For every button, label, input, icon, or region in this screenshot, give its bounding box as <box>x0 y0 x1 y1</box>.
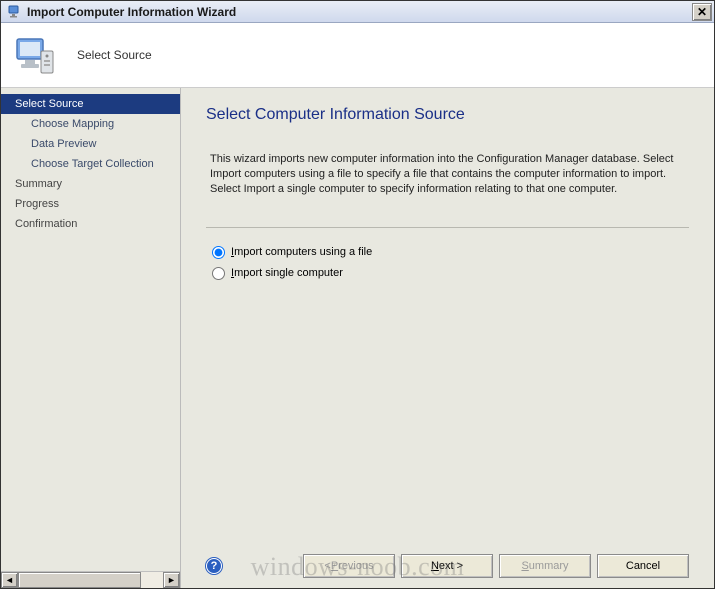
radio-import-file-label: Import computers using a file <box>231 246 372 258</box>
body: Select Source Choose Mapping Data Previe… <box>1 88 714 588</box>
scroll-track[interactable] <box>18 572 163 588</box>
close-icon: ✕ <box>697 6 707 18</box>
app-icon <box>7 4 23 20</box>
banner-title: Select Source <box>77 48 152 62</box>
previous-button: < Previous <box>303 554 395 578</box>
close-button[interactable]: ✕ <box>692 3 712 21</box>
next-button[interactable]: Next > <box>401 554 493 578</box>
radio-import-file[interactable]: Import computers using a file <box>212 242 689 263</box>
radio-import-file-input[interactable] <box>212 246 225 259</box>
radio-group-import-source: Import computers using a file Import sin… <box>206 242 689 284</box>
scroll-right-arrow-icon[interactable]: ► <box>163 572 180 588</box>
footer: ? < Previous Next > Summary Cancel <box>206 544 689 578</box>
page-description: This wizard imports new computer informa… <box>206 152 689 197</box>
divider <box>206 227 689 228</box>
substep-choose-mapping[interactable]: Choose Mapping <box>1 114 180 134</box>
radio-import-single[interactable]: Import single computer <box>212 263 689 284</box>
window-title: Import Computer Information Wizard <box>27 5 692 19</box>
step-select-source[interactable]: Select Source <box>1 94 180 114</box>
nav-steps: Select Source Choose Mapping Data Previe… <box>1 94 180 571</box>
sidebar: Select Source Choose Mapping Data Previe… <box>1 88 181 588</box>
titlebar: Import Computer Information Wizard ✕ <box>1 1 714 23</box>
step-summary[interactable]: Summary <box>1 174 180 194</box>
substep-choose-target-collection[interactable]: Choose Target Collection <box>1 154 180 174</box>
main-content: Select Computer Information Source This … <box>181 88 714 588</box>
radio-import-single-input[interactable] <box>212 267 225 280</box>
wizard-window: Import Computer Information Wizard ✕ Sel… <box>0 0 715 589</box>
step-progress[interactable]: Progress <box>1 194 180 214</box>
banner: Select Source <box>1 23 714 88</box>
radio-import-single-label: Import single computer <box>231 267 343 279</box>
page-heading: Select Computer Information Source <box>206 106 689 124</box>
sidebar-scrollbar[interactable]: ◄ ► <box>1 571 180 588</box>
help-icon[interactable]: ? <box>206 558 222 574</box>
scroll-thumb[interactable] <box>18 572 141 588</box>
cancel-button[interactable]: Cancel <box>597 554 689 578</box>
substep-data-preview[interactable]: Data Preview <box>1 134 180 154</box>
summary-button: Summary <box>499 554 591 578</box>
computer-icon <box>11 31 59 79</box>
step-confirmation[interactable]: Confirmation <box>1 214 180 234</box>
scroll-left-arrow-icon[interactable]: ◄ <box>1 572 18 588</box>
